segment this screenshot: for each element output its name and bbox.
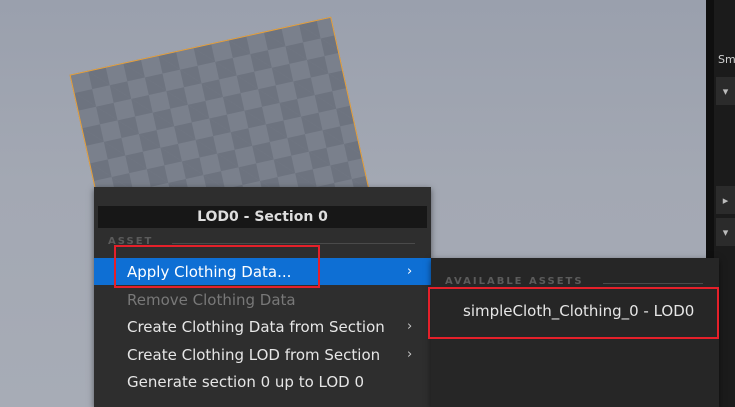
menu-item-label: Create Clothing Data from Section (127, 317, 385, 336)
collapse-arrow-icon[interactable]: ▸ (716, 186, 735, 214)
create-clothing-data-item[interactable]: Create Clothing Data from Section › (94, 313, 431, 340)
section-header-asset: ASSET (108, 236, 154, 247)
clothing-asset-item[interactable]: simpleCloth_Clothing_0 - LOD0 (431, 297, 719, 325)
details-panel-label: Sm (718, 53, 735, 66)
expand-arrow-icon-2[interactable]: ▾ (716, 218, 735, 246)
apply-clothing-data-item[interactable]: Apply Clothing Data... › (94, 258, 431, 285)
context-menu: LOD0 - Section 0 ASSET Apply Clothing Da… (94, 187, 431, 407)
section-header-available-assets: AVAILABLE ASSETS (445, 276, 584, 287)
generate-section-item[interactable]: Generate section 0 up to LOD 0 (94, 368, 431, 395)
submenu-arrow-icon: › (407, 347, 413, 362)
menu-item-label: Generate section 0 up to LOD 0 (127, 372, 365, 391)
submenu-arrow-icon: › (407, 319, 413, 334)
submenu-arrow-icon: › (407, 264, 413, 279)
expand-arrow-icon[interactable]: ▾ (716, 77, 735, 105)
section-divider (172, 243, 415, 244)
section-divider (603, 283, 703, 284)
menu-item-label: Create Clothing LOD from Section (127, 345, 381, 364)
menu-item-label: Remove Clothing Data (127, 290, 296, 309)
menu-item-label: Apply Clothing Data... (127, 262, 292, 281)
menu-title: LOD0 - Section 0 (98, 206, 427, 228)
remove-clothing-data-item: Remove Clothing Data (94, 286, 431, 313)
create-clothing-lod-item[interactable]: Create Clothing LOD from Section › (94, 341, 431, 368)
menu-item-label: simpleCloth_Clothing_0 - LOD0 (463, 302, 695, 320)
available-assets-submenu: AVAILABLE ASSETS simpleCloth_Clothing_0 … (431, 258, 719, 407)
